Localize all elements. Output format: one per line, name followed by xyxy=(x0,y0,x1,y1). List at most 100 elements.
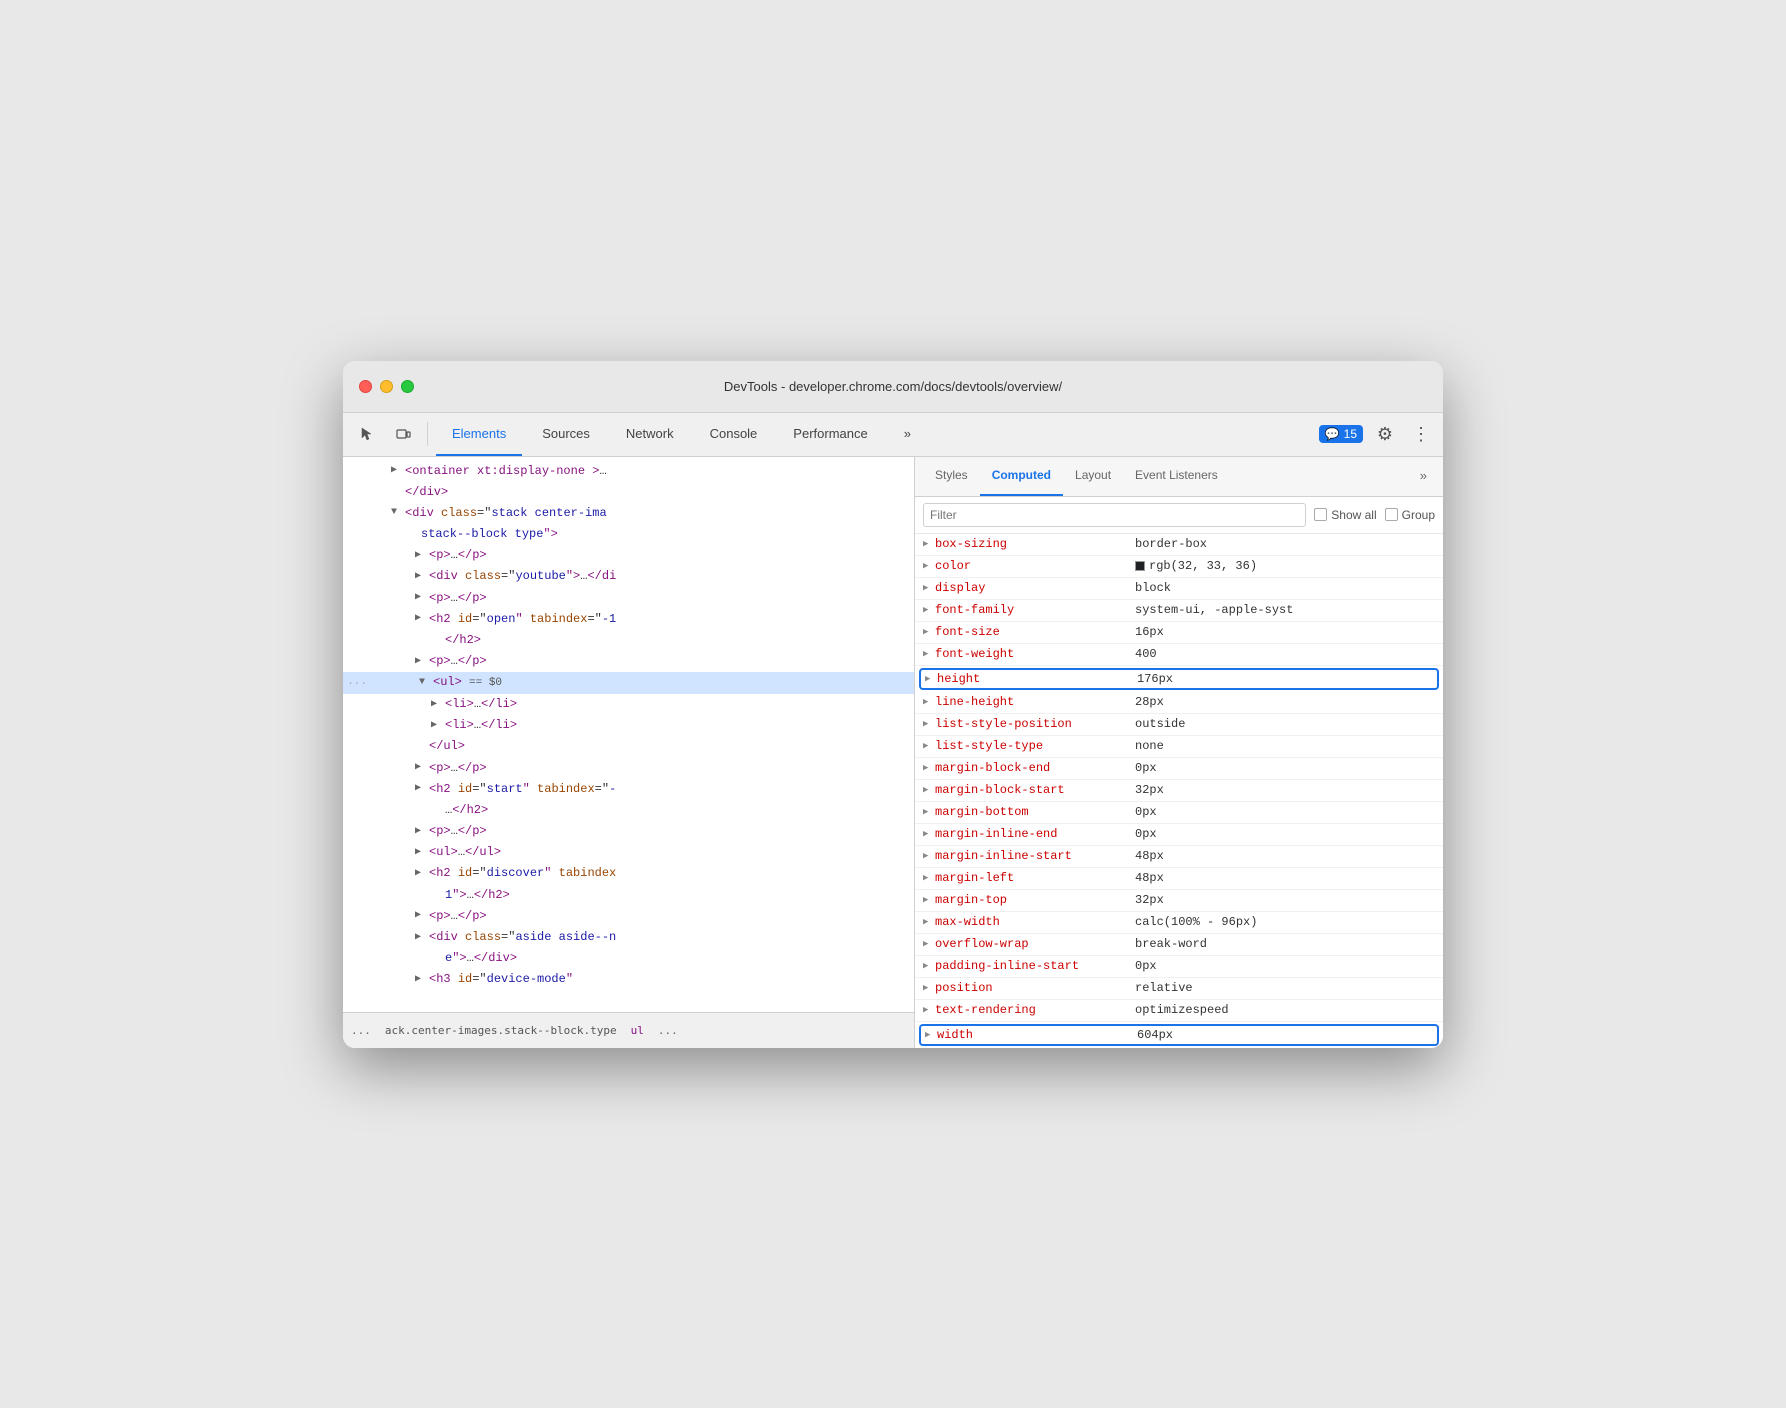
tab-computed[interactable]: Computed xyxy=(980,457,1063,496)
computed-property-row[interactable]: ▶margin-block-end0px xyxy=(915,758,1443,780)
expand-arrow[interactable]: ▶ xyxy=(415,866,429,882)
html-line[interactable]: ▶ <li>…</li> xyxy=(343,694,914,715)
prop-expand-arrow[interactable]: ▶ xyxy=(923,583,935,593)
prop-expand-arrow[interactable]: ▶ xyxy=(923,763,935,773)
html-line[interactable]: …</h2> xyxy=(343,800,914,821)
prop-expand-arrow[interactable]: ▶ xyxy=(923,807,935,817)
prop-expand-arrow[interactable]: ▶ xyxy=(923,697,935,707)
computed-property-row[interactable]: ▶text-renderingoptimizespeed xyxy=(915,1000,1443,1022)
tab-layout[interactable]: Layout xyxy=(1063,457,1123,496)
html-line[interactable]: ▶ <ul>…</ul> xyxy=(343,842,914,863)
minimize-button[interactable] xyxy=(380,380,393,393)
prop-expand-arrow[interactable]: ▶ xyxy=(923,961,935,971)
prop-expand-arrow[interactable]: ▶ xyxy=(923,627,935,637)
expand-arrow[interactable]: ▶ xyxy=(415,611,429,627)
html-line[interactable]: e">…</div> xyxy=(343,948,914,969)
html-line[interactable]: ▶ <div class="youtube">…</di xyxy=(343,566,914,587)
tab-event-listeners[interactable]: Event Listeners xyxy=(1123,457,1230,496)
html-line-selected[interactable]: ... ▼ <ul> == $0 xyxy=(343,672,914,694)
device-toggle-icon[interactable] xyxy=(387,418,419,450)
settings-icon[interactable]: ⚙ xyxy=(1371,420,1399,448)
expand-arrow[interactable]: ▶ xyxy=(415,972,429,988)
computed-property-row[interactable]: ▶margin-bottom0px xyxy=(915,802,1443,824)
prop-expand-arrow[interactable]: ▶ xyxy=(923,983,935,993)
feedback-badge[interactable]: 💬 15 xyxy=(1319,425,1363,443)
prop-expand-arrow[interactable]: ▶ xyxy=(923,741,935,751)
group-option[interactable]: Group xyxy=(1385,508,1435,522)
bottom-path[interactable]: ack.center-images.stack--block.type xyxy=(385,1024,617,1037)
html-line[interactable]: ▶ <p>…</p> xyxy=(343,588,914,609)
html-line[interactable]: ▶ <h2 id="start" tabindex="- xyxy=(343,779,914,800)
bottom-tag[interactable]: ul xyxy=(631,1024,644,1037)
computed-property-row[interactable]: ▶margin-inline-start48px xyxy=(915,846,1443,868)
computed-property-row[interactable]: ▶margin-inline-end0px xyxy=(915,824,1443,846)
html-line[interactable]: ▶ <h3 id="device-mode" xyxy=(343,969,914,990)
prop-expand-arrow[interactable]: ▶ xyxy=(923,851,935,861)
html-line[interactable]: ▶ <p>…</p> xyxy=(343,906,914,927)
prop-expand-arrow[interactable]: ▶ xyxy=(923,539,935,549)
computed-property-row[interactable]: ▶padding-inline-start0px xyxy=(915,956,1443,978)
computed-property-row[interactable]: ▶list-style-positionoutside xyxy=(915,714,1443,736)
tab-sources[interactable]: Sources xyxy=(526,412,606,456)
computed-property-row[interactable]: ▶font-weight400 xyxy=(915,644,1443,666)
tab-more[interactable]: » xyxy=(888,412,927,456)
prop-expand-arrow[interactable]: ▶ xyxy=(923,873,935,883)
expand-arrow[interactable]: ▶ xyxy=(415,760,429,776)
html-line[interactable]: stack--block type"> xyxy=(343,524,914,545)
cursor-icon[interactable] xyxy=(351,418,383,450)
filter-input[interactable] xyxy=(923,503,1306,527)
prop-expand-arrow[interactable]: ▶ xyxy=(923,895,935,905)
expand-arrow[interactable]: ▶ xyxy=(415,548,429,564)
html-line[interactable]: ▶ <p>…</p> xyxy=(343,758,914,779)
computed-property-row[interactable]: ▶margin-block-start32px xyxy=(915,780,1443,802)
computed-property-row[interactable]: ▶colorrgb(32, 33, 36) xyxy=(915,556,1443,578)
computed-property-row[interactable]: ▶line-height28px xyxy=(915,692,1443,714)
show-all-checkbox[interactable] xyxy=(1314,508,1327,521)
computed-property-row[interactable]: ▶font-size16px xyxy=(915,622,1443,644)
maximize-button[interactable] xyxy=(401,380,414,393)
html-line[interactable]: ▶ <div class="aside aside--n xyxy=(343,927,914,948)
expand-arrow[interactable]: ▶ xyxy=(415,590,429,606)
tab-performance[interactable]: Performance xyxy=(777,412,883,456)
prop-expand-arrow[interactable]: ▶ xyxy=(923,649,935,659)
prop-expand-arrow[interactable]: ▶ xyxy=(923,1005,935,1015)
html-line[interactable]: </div> xyxy=(343,482,914,503)
expand-arrow[interactable]: ▶ xyxy=(415,824,429,840)
prop-expand-arrow[interactable]: ▶ xyxy=(925,1030,937,1040)
panel-tab-more[interactable]: » xyxy=(1412,457,1435,496)
expand-arrow[interactable]: ▶ xyxy=(391,463,405,479)
html-line[interactable]: </ul> xyxy=(343,736,914,757)
expand-arrow[interactable]: ▶ xyxy=(431,718,445,734)
expand-arrow[interactable]: ▶ xyxy=(415,845,429,861)
html-line[interactable]: ▶ <h2 id="discover" tabindex xyxy=(343,863,914,884)
computed-property-row[interactable]: ▶margin-left48px xyxy=(915,868,1443,890)
html-line[interactable]: ▼ <div class="stack center-ima xyxy=(343,503,914,524)
computed-property-row[interactable]: ▶overflow-wrapbreak-word xyxy=(915,934,1443,956)
expand-arrow[interactable]: ▼ xyxy=(419,675,433,691)
tab-network[interactable]: Network xyxy=(610,412,690,456)
computed-property-row[interactable]: ▶margin-top32px xyxy=(915,890,1443,912)
html-line[interactable]: ▶ <h2 id="open" tabindex="-1 xyxy=(343,609,914,630)
computed-property-row[interactable]: ▶height176px xyxy=(919,668,1439,690)
html-line[interactable]: ▶ <p>…</p> xyxy=(343,651,914,672)
tab-elements[interactable]: Elements xyxy=(436,412,522,456)
tab-styles[interactable]: Styles xyxy=(923,457,980,496)
prop-expand-arrow[interactable]: ▶ xyxy=(923,829,935,839)
close-button[interactable] xyxy=(359,380,372,393)
prop-expand-arrow[interactable]: ▶ xyxy=(923,939,935,949)
expand-arrow[interactable]: ▶ xyxy=(415,654,429,670)
more-menu-icon[interactable]: ⋮ xyxy=(1407,420,1435,448)
group-checkbox[interactable] xyxy=(1385,508,1398,521)
expand-arrow[interactable]: ▶ xyxy=(415,908,429,924)
computed-property-row[interactable]: ▶width604px xyxy=(919,1024,1439,1046)
prop-expand-arrow[interactable]: ▶ xyxy=(925,674,937,684)
prop-expand-arrow[interactable]: ▶ xyxy=(923,719,935,729)
html-line[interactable]: ▶ <p>…</p> xyxy=(343,545,914,566)
prop-expand-arrow[interactable]: ▶ xyxy=(923,917,935,927)
html-line[interactable]: ▶ <li>…</li> xyxy=(343,715,914,736)
expand-arrow[interactable]: ▶ xyxy=(415,781,429,797)
tab-console[interactable]: Console xyxy=(694,412,774,456)
computed-property-row[interactable]: ▶font-familysystem-ui, -apple-syst xyxy=(915,600,1443,622)
computed-property-row[interactable]: ▶displayblock xyxy=(915,578,1443,600)
prop-expand-arrow[interactable]: ▶ xyxy=(923,561,935,571)
